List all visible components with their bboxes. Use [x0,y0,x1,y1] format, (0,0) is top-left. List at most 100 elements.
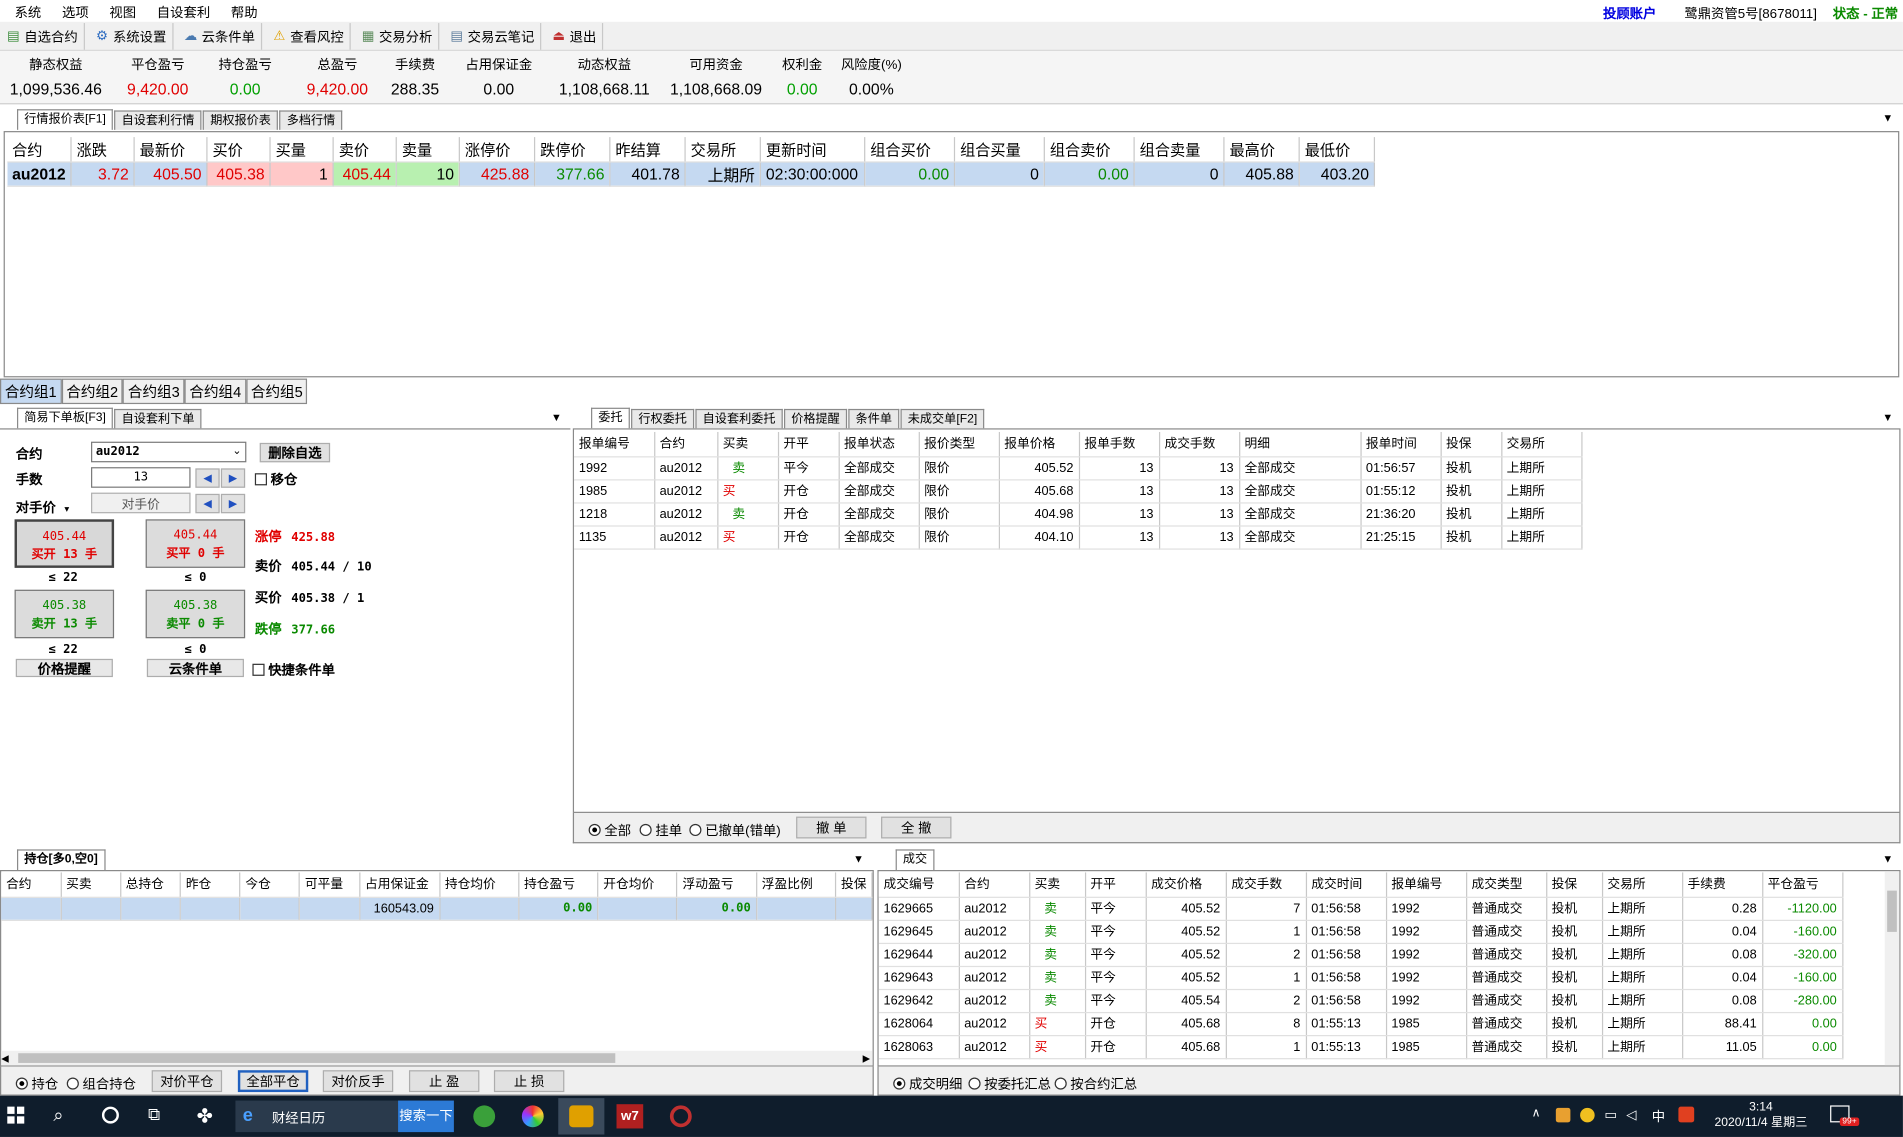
clock[interactable]: 3:14 2020/11/4 星期三 [1706,1099,1815,1131]
menu-help[interactable]: 帮助 [216,0,258,22]
tab-group-3[interactable]: 合约组3 [123,378,185,405]
by-order-radio[interactable]: 按委托汇总 [968,1074,1051,1093]
scroll-right-icon[interactable]: ▶ [863,1053,870,1064]
price-input[interactable]: 对手价 [91,492,191,514]
toolbar-favorites-button[interactable]: ▤ 自选合约 [0,23,85,50]
tab-arb-entrust[interactable]: 自设套利委托 [695,408,783,429]
filter-cancelled-radio[interactable]: 已撤单(错单) [689,820,781,839]
tab-entrust[interactable]: 委托 [591,407,630,429]
red-ring-app-icon[interactable] [669,1105,692,1128]
position-row[interactable]: 160543.09 0.00 0.00 [1,896,873,921]
holding-radio[interactable]: 持仓 [15,1074,58,1093]
taskbar-active-app[interactable] [558,1098,605,1135]
menu-options[interactable]: 选项 [47,0,89,22]
price-type-select[interactable]: 对手价 ▾ [16,497,69,516]
position-dropdown-icon[interactable]: ▼ [853,853,864,865]
tab-depth-quote[interactable]: 多档行情 [279,110,343,130]
tab-group-4[interactable]: 合约组4 [184,378,247,405]
tab-price-alert[interactable]: 价格提醒 [783,408,848,429]
trade-row[interactable]: 1628063 au2012 买开仓 405.68 1 01:55:13 1985 普通成交投… [878,1035,1843,1059]
entrust-row[interactable]: 1135 au2012 买开仓 全部成交 限价 404.10 13 13 全部成交 21:25:1… [574,525,1582,550]
color-wheel-icon[interactable] [521,1105,544,1128]
quick-condition-checkbox[interactable]: 快捷条件单 [252,660,335,679]
trade-dropdown-icon[interactable]: ▼ [1882,853,1893,865]
quote-row[interactable]: au2012 3.72 405.50 405.38 1 405.44 10 42… [7,161,1376,187]
trade-row[interactable]: 1629643 au2012 卖平今 405.52 1 01:56:58 1992 普通成交投… [878,965,1843,990]
cancel-order-button[interactable]: 撤 单 [796,816,867,839]
tab-arb-order[interactable]: 自设套利下单 [114,408,202,429]
tab-group-1[interactable]: 合约组1 [0,378,62,405]
trade-detail-radio[interactable]: 成交明细 [893,1074,962,1093]
entrust-dropdown-icon[interactable]: ▼ [1882,411,1893,423]
trade-row[interactable]: 1629642 au2012 卖平今 405.54 2 01:56:58 1992 普通成交投… [878,988,1843,1013]
search-icon[interactable]: ⌕ [53,1105,63,1126]
tray-chevron-up-icon[interactable]: ∧ [1532,1107,1541,1120]
taskbar-search-button[interactable]: 搜索一下 [398,1100,454,1133]
qty-increase-button[interactable]: ▶ [220,468,246,488]
price-increase-button[interactable]: ▶ [220,493,246,514]
tab-exercise-entrust[interactable]: 行权委托 [631,408,695,429]
filter-all-radio[interactable]: 全部 [588,820,631,839]
qty-decrease-button[interactable]: ◀ [195,468,220,488]
tab-simple-order[interactable]: 简易下单板[F3] [16,407,114,429]
entrust-row[interactable]: 1985 au2012 买开仓 全部成交 限价 405.68 13 13 全部成交 01:55:1… [574,479,1582,503]
tab-group-5[interactable]: 合约组5 [246,378,308,405]
price-alert-button[interactable]: 价格提醒 [15,658,113,678]
cortana-icon[interactable] [101,1106,119,1124]
trade-vertical-scrollbar[interactable] [1884,871,1900,1066]
windows-start-icon[interactable] [7,1106,25,1124]
scrollbar-thumb[interactable] [1887,890,1897,932]
volume-icon[interactable]: ◁ [1626,1107,1636,1123]
fan-app-icon[interactable]: ✤ [197,1104,213,1128]
entrust-row[interactable]: 1218 au2012 卖开仓 全部成交 限价 404.98 13 13 全部成交 21:36:2… [574,502,1582,527]
tab-option-quote[interactable]: 期权报价表 [202,110,279,130]
scroll-left-icon[interactable]: ◀ [1,1053,8,1064]
cancel-all-button[interactable]: 全 撤 [881,816,952,839]
take-profit-button[interactable]: 止 盈 [408,1070,480,1093]
toolbar-notes-button[interactable]: ▤ 交易云笔记 [443,23,542,50]
by-contract-radio[interactable]: 按合约汇总 [1054,1074,1137,1093]
tab-pending-order[interactable]: 未成交单[F2] [900,408,985,429]
tab-quote-table[interactable]: 行情报价表[F1] [16,109,114,130]
qty-input[interactable]: 13 [91,467,191,488]
sogou-icon[interactable] [1678,1106,1695,1123]
toolbar-exit-button[interactable]: ⏏ 退出 [545,23,604,50]
buy-open-button[interactable]: 405.44 买开 13 手 [14,519,115,568]
toolbar-risk-button[interactable]: ⚠ 查看风控 [266,23,351,50]
tab-group-2[interactable]: 合约组2 [61,378,124,405]
taskbar-ie-app[interactable]: e 财经日历 [235,1100,399,1133]
filter-pending-radio[interactable]: 挂单 [639,820,682,839]
tray-app1-icon[interactable] [1555,1107,1571,1123]
toolbar-analysis-button[interactable]: ▦ 交易分析 [355,23,440,50]
trade-row[interactable]: 1629644 au2012 卖平今 405.52 2 01:56:58 1992 普通成交投… [878,942,1843,967]
tray-app2-icon[interactable] [1580,1107,1595,1123]
delete-favorite-button[interactable]: 删除自选 [259,442,331,463]
menu-custom-arb[interactable]: 自设套利 [142,0,210,22]
w7-app-icon[interactable]: w7 [616,1104,644,1129]
combo-holding-radio[interactable]: 组合持仓 [66,1074,136,1093]
trade-row[interactable]: 1629665 au2012 卖平今 405.52 7 01:56:58 1992 普通成交投… [878,896,1843,921]
position-horizontal-scrollbar[interactable]: ◀ ▶ [1,1050,873,1066]
toolbar-cloud-order-button[interactable]: ☁ 云条件单 [177,23,263,50]
move-position-checkbox[interactable]: 移仓 [254,470,297,489]
counter-close-button[interactable]: 对价平仓 [151,1070,223,1093]
close-all-button[interactable]: 全部平仓 [237,1070,309,1093]
menu-view[interactable]: 视图 [95,0,136,22]
price-decrease-button[interactable]: ◀ [195,493,220,514]
trade-row[interactable]: 1629645 au2012 卖平今 405.52 1 01:56:58 1992 普通成交投… [878,919,1843,944]
green-app-icon[interactable] [473,1105,496,1128]
trade-row[interactable]: 1628064 au2012 买开仓 405.68 8 01:55:13 1985 普通成交投… [878,1011,1843,1036]
toolbar-settings-button[interactable]: ⚙ 系统设置 [89,23,174,50]
ime-indicator[interactable]: 中 [1652,1107,1665,1126]
stop-loss-button[interactable]: 止 损 [493,1070,565,1093]
tab-custom-arb-quote[interactable]: 自设套利行情 [114,110,202,130]
cloud-order-button[interactable]: 云条件单 [146,658,244,678]
sell-close-button[interactable]: 405.38 卖平 0 手 [145,589,246,639]
sell-open-button[interactable]: 405.38 卖开 13 手 [14,589,115,639]
reverse-position-button[interactable]: 对价反手 [322,1070,394,1093]
quote-dropdown-icon[interactable]: ▼ [1882,112,1893,124]
buy-close-button[interactable]: 405.44 买平 0 手 [145,519,246,568]
scrollbar-thumb[interactable] [18,1053,616,1063]
tab-trades[interactable]: 成交 [895,849,935,871]
order-dropdown-icon[interactable]: ▼ [551,411,562,423]
